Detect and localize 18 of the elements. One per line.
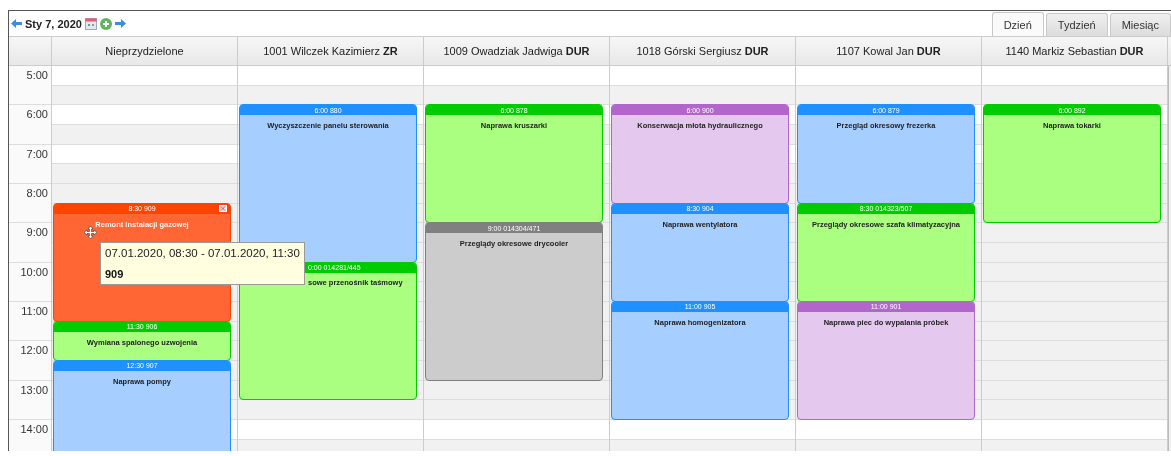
column-header: Nieprzydzielone <box>52 37 238 65</box>
hour-label: 11:00 <box>9 301 51 342</box>
hour-label: 9:00 <box>9 223 51 263</box>
tooltip-number: 909 <box>105 268 125 280</box>
current-date: Sty 7, 2020 <box>25 17 82 30</box>
hour-label: 14:00 <box>9 419 51 451</box>
hour-label: 6:00 <box>9 105 51 145</box>
column-header: 1107 Kowal Jan DUR <box>796 37 982 65</box>
hour-label: 13:00 <box>9 380 51 420</box>
column-header: 1009 Owadziak Jadwiga DUR <box>424 37 610 65</box>
column-header: 1001 Wilczek Kazimierz ZR <box>238 37 424 65</box>
column-header: 1018 Górski Sergiusz DUR <box>610 37 796 65</box>
column-header: 1140 Markiz Sebastian DUR <box>982 37 1168 65</box>
hour-label: 12:00 <box>9 341 51 381</box>
hour-label: 7:00 <box>9 144 51 184</box>
hour-label: 5:00 <box>9 66 51 106</box>
hour-label: 10:00 <box>9 262 51 302</box>
hour-label: 8:00 <box>9 184 51 224</box>
